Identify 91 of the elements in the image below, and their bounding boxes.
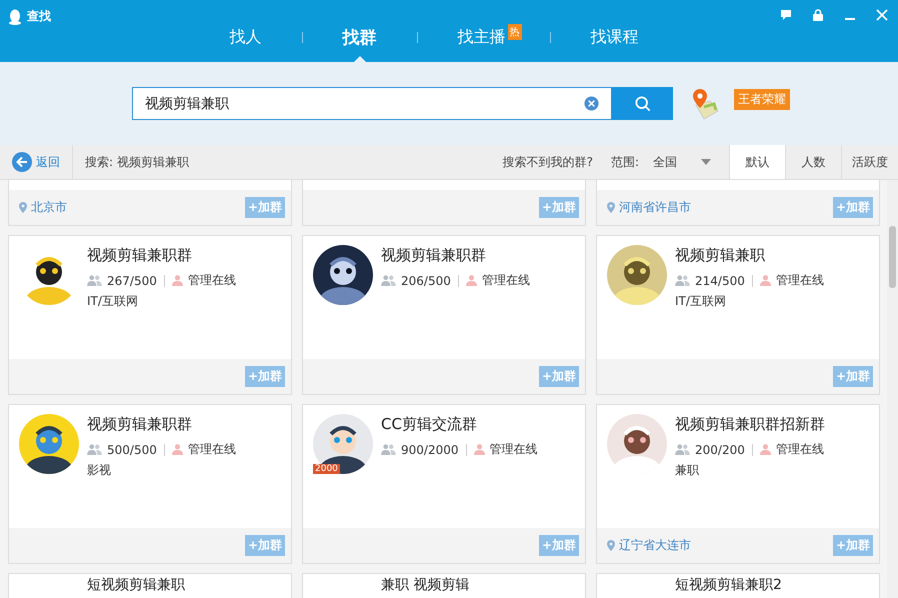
members-icon bbox=[675, 275, 690, 286]
admin-status: 管理在线 bbox=[776, 272, 824, 289]
location-link[interactable]: 辽宁省大连市 bbox=[619, 537, 691, 554]
scope-label: 范围: bbox=[610, 154, 639, 170]
search-box[interactable]: 视频剪辑兼职 bbox=[132, 87, 612, 120]
person-icon bbox=[172, 444, 183, 455]
search-icon bbox=[634, 96, 650, 112]
join-group-button[interactable]: +加群 bbox=[244, 197, 285, 218]
scrollbar[interactable] bbox=[887, 180, 898, 598]
admin-status: 管理在线 bbox=[188, 272, 236, 289]
join-group-button[interactable]: +加群 bbox=[538, 197, 579, 218]
admin-status: 管理在线 bbox=[188, 441, 236, 458]
group-name: 视频剪辑兼职群 bbox=[87, 246, 193, 265]
member-count: 206/500 bbox=[401, 274, 451, 288]
member-count: 900/2000 bbox=[401, 442, 458, 456]
members-icon bbox=[675, 444, 690, 455]
members-icon bbox=[87, 444, 102, 455]
location-pin-icon bbox=[19, 202, 27, 213]
join-group-button[interactable]: +加群 bbox=[832, 366, 873, 387]
group-card[interactable]: +加群 bbox=[302, 180, 586, 226]
join-group-button[interactable]: +加群 bbox=[244, 366, 285, 387]
lock-icon[interactable] bbox=[812, 9, 824, 21]
members-icon bbox=[87, 275, 102, 286]
sort-tab[interactable]: 默认 bbox=[729, 145, 785, 179]
admin-status: 管理在线 bbox=[776, 441, 824, 458]
scrollbar-thumb[interactable] bbox=[889, 226, 896, 288]
person-icon bbox=[172, 275, 183, 286]
search-query-text: 搜索: 视频剪辑兼职 bbox=[85, 154, 189, 170]
search-button[interactable] bbox=[612, 87, 673, 120]
admin-status: 管理在线 bbox=[482, 272, 530, 289]
promo-tag[interactable]: 王者荣耀 bbox=[734, 89, 790, 110]
join-group-button[interactable]: +加群 bbox=[832, 197, 873, 218]
search-input[interactable]: 视频剪辑兼职 bbox=[133, 94, 584, 112]
member-count: 214/500 bbox=[695, 274, 745, 288]
group-name: 短视频剪辑兼职2 bbox=[675, 577, 782, 594]
group-card[interactable]: 短视频剪辑兼职2 bbox=[596, 573, 880, 598]
hot-badge: 热 bbox=[508, 24, 522, 40]
group-name: 视频剪辑兼职群 bbox=[381, 246, 487, 265]
group-name: CC剪辑交流群 bbox=[381, 415, 478, 434]
map-pin-icon[interactable] bbox=[690, 86, 720, 120]
group-card[interactable]: 视频剪辑兼职群招新群 200/200 管理在线 兼职 辽宁省大连市 +加群 bbox=[596, 404, 880, 564]
group-card[interactable]: 短视频剪辑兼职 bbox=[8, 573, 292, 598]
group-card[interactable]: 河南省许昌市 +加群 bbox=[596, 180, 880, 226]
person-icon bbox=[760, 275, 771, 286]
group-card[interactable]: 2000 CC剪辑交流群 900/2000 管理在线 +加群 bbox=[302, 404, 586, 564]
join-group-button[interactable]: +加群 bbox=[538, 535, 579, 556]
members-icon bbox=[381, 444, 396, 455]
location-pin-icon bbox=[607, 202, 615, 213]
group-name: 兼职 视频剪辑 bbox=[381, 577, 470, 594]
location-pin-icon bbox=[607, 540, 615, 551]
tab[interactable]: 找群 bbox=[328, 26, 390, 48]
window-title: 查找 bbox=[27, 8, 51, 25]
penguin-icon bbox=[8, 8, 22, 24]
tab[interactable]: 找课程 bbox=[576, 26, 652, 48]
group-category: IT/互联网 bbox=[675, 293, 727, 310]
group-card[interactable]: 北京市 +加群 bbox=[8, 180, 292, 226]
member-count: 200/200 bbox=[695, 442, 745, 456]
back-button[interactable]: 返回 bbox=[12, 152, 60, 172]
person-icon bbox=[474, 444, 484, 455]
group-name: 视频剪辑兼职群 bbox=[87, 415, 193, 434]
tab[interactable]: 找人 bbox=[216, 26, 276, 48]
members-icon bbox=[381, 275, 396, 286]
group-name: 短视频剪辑兼职 bbox=[87, 577, 185, 594]
close-icon[interactable] bbox=[876, 9, 888, 21]
group-card[interactable]: 视频剪辑兼职 214/500 管理在线 IT/互联网 +加群 bbox=[596, 235, 880, 395]
group-card[interactable]: 视频剪辑兼职群 206/500 管理在线 +加群 bbox=[302, 235, 586, 395]
member-count: 500/500 bbox=[107, 442, 157, 456]
join-group-button[interactable]: +加群 bbox=[538, 366, 579, 387]
join-group-button[interactable]: +加群 bbox=[832, 535, 873, 556]
location-link[interactable]: 北京市 bbox=[31, 199, 67, 216]
person-icon bbox=[466, 275, 477, 286]
caret-icon bbox=[701, 159, 711, 165]
help-link[interactable]: 搜索不到我的群? bbox=[502, 154, 593, 170]
group-card[interactable]: 视频剪辑兼职群 267/500 管理在线 IT/互联网 +加群 bbox=[8, 235, 292, 395]
person-icon bbox=[760, 444, 771, 455]
group-name: 视频剪辑兼职 bbox=[675, 246, 766, 265]
member-count: 267/500 bbox=[107, 274, 157, 288]
admin-status: 管理在线 bbox=[490, 441, 538, 458]
join-group-button[interactable]: +加群 bbox=[244, 535, 285, 556]
scope-dropdown[interactable]: 全国 bbox=[647, 152, 717, 172]
group-card[interactable]: 兼职 视频剪辑 bbox=[302, 573, 586, 598]
group-name: 视频剪辑兼职群招新群 bbox=[675, 415, 825, 434]
clear-icon[interactable] bbox=[584, 96, 599, 111]
group-card[interactable]: 视频剪辑兼职群 500/500 管理在线 影视 +加群 bbox=[8, 404, 292, 564]
group-category: 兼职 bbox=[675, 462, 700, 479]
location-link[interactable]: 河南省许昌市 bbox=[619, 199, 691, 216]
group-category: 影视 bbox=[87, 462, 112, 479]
group-category: IT/互联网 bbox=[87, 293, 139, 310]
tab[interactable]: 找主播 bbox=[444, 26, 506, 48]
feedback-icon[interactable] bbox=[780, 9, 792, 21]
level-badge: 2000 bbox=[313, 464, 340, 474]
